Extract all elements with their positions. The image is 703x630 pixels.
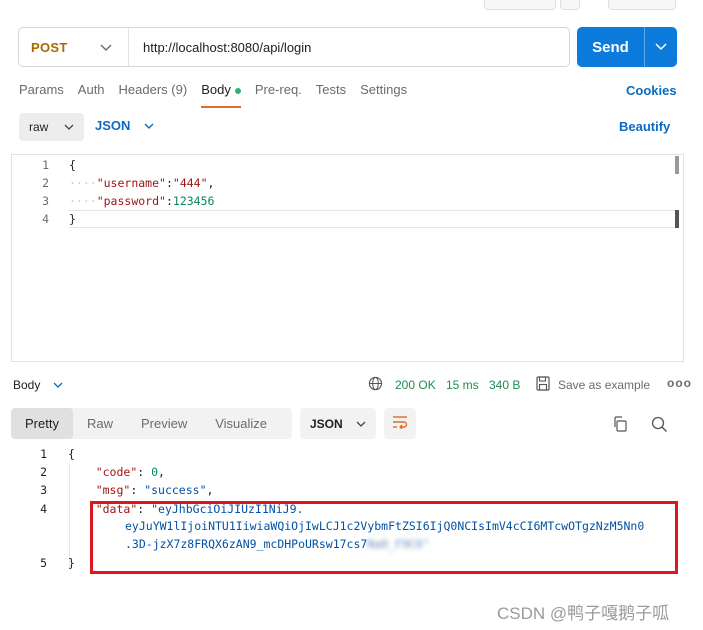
password-value: 123456 xyxy=(172,194,215,208)
tab-body-label: Body xyxy=(201,82,231,97)
username-key: "username" xyxy=(96,176,166,190)
method-selector[interactable]: POST xyxy=(19,28,129,66)
body-format-label: JSON xyxy=(95,118,131,133)
msg-value: "success" xyxy=(144,483,207,497)
request-body-editor[interactable]: 1 { 2 ····"username":"444", 3 ····"passw… xyxy=(11,154,684,362)
more-options-icon[interactable]: ooo xyxy=(667,376,692,390)
cookies-link[interactable]: Cookies xyxy=(626,83,677,98)
tab-preview[interactable]: Preview xyxy=(127,408,201,439)
username-value: "444" xyxy=(172,176,208,190)
body-mode-select[interactable]: raw xyxy=(19,113,84,141)
top-toolbar-strip xyxy=(0,0,703,12)
line-number: 2 xyxy=(40,465,47,479)
code-line: 2 ····"username":"444", xyxy=(12,174,672,192)
line-number: 2 xyxy=(42,176,49,190)
close-brace: } xyxy=(68,556,75,570)
tab-body[interactable]: Body xyxy=(201,80,241,108)
response-time[interactable]: 15 ms xyxy=(446,378,479,392)
request-tabs: Params Auth Headers (9) Body Pre-req. Te… xyxy=(19,80,421,108)
line-number: 1 xyxy=(40,447,47,461)
request-url-bar: POST http://localhost:8080/api/login xyxy=(18,27,570,67)
password-key: "password" xyxy=(96,194,166,208)
line-number: 3 xyxy=(42,194,49,208)
line-number: 5 xyxy=(40,556,47,570)
beautify-link[interactable]: Beautify xyxy=(619,119,670,134)
csdn-watermark: CSDN @鸭子嘎鹅子呱 xyxy=(497,604,670,623)
highlight-annotation-box xyxy=(90,501,678,574)
chevron-down-icon xyxy=(100,40,112,55)
response-view-tabs: Pretty Raw Preview Visualize xyxy=(11,408,292,439)
code-key: "code" xyxy=(95,465,138,479)
tab-auth[interactable]: Auth xyxy=(78,80,105,108)
url-input[interactable]: http://localhost:8080/api/login xyxy=(129,40,311,55)
body-mode-label: raw xyxy=(29,120,49,134)
chevron-down-icon[interactable] xyxy=(645,43,677,51)
wrap-lines-icon xyxy=(392,415,408,432)
line-number: 3 xyxy=(40,483,47,497)
response-size[interactable]: 340 B xyxy=(489,378,520,392)
line-number: 1 xyxy=(42,158,49,172)
open-brace: { xyxy=(69,158,76,172)
code-value: 0 xyxy=(151,465,159,479)
search-icon[interactable] xyxy=(651,416,668,436)
globe-icon[interactable] xyxy=(368,376,383,394)
response-status[interactable]: 200 OK xyxy=(395,378,436,392)
environment-selector[interactable] xyxy=(608,0,676,10)
code-line: 4 } xyxy=(12,210,672,228)
body-modified-dot xyxy=(234,87,241,94)
wrap-lines-button[interactable] xyxy=(384,408,416,439)
send-button[interactable]: Send xyxy=(577,27,677,67)
response-format-label: JSON xyxy=(310,416,343,431)
tab-raw[interactable]: Raw xyxy=(73,408,127,439)
tab-pretty[interactable]: Pretty xyxy=(11,408,73,439)
tab-settings[interactable]: Settings xyxy=(360,80,407,108)
line-number: 4 xyxy=(40,502,47,516)
toolbar-button[interactable] xyxy=(560,0,580,10)
response-status-bar: Body 200 OK 15 ms 340 B Save as example … xyxy=(13,376,691,396)
toolbar-button[interactable] xyxy=(484,0,556,10)
save-icon[interactable] xyxy=(536,376,550,394)
tab-tests[interactable]: Tests xyxy=(316,80,346,108)
chevron-down-icon xyxy=(356,417,366,431)
body-format-select[interactable]: JSON xyxy=(95,118,154,133)
scrollbar[interactable] xyxy=(675,156,679,174)
code-line: 1 { xyxy=(12,156,672,174)
line-number: 4 xyxy=(42,212,49,226)
chevron-down-icon xyxy=(64,120,74,134)
tab-pre-request[interactable]: Pre-req. xyxy=(255,80,302,108)
open-brace: { xyxy=(68,447,75,461)
code-line: 3 ····"password":123456 xyxy=(12,192,672,210)
method-label: POST xyxy=(31,39,68,55)
save-as-example-button[interactable]: Save as example xyxy=(558,378,650,392)
text-cursor xyxy=(675,210,679,228)
send-label: Send xyxy=(592,38,629,56)
close-brace: } xyxy=(69,212,76,226)
response-format-select[interactable]: JSON xyxy=(300,408,376,439)
chevron-down-icon[interactable] xyxy=(53,378,63,392)
chevron-down-icon xyxy=(144,118,154,133)
msg-key: "msg" xyxy=(95,483,131,497)
tab-params[interactable]: Params xyxy=(19,80,64,108)
tab-headers[interactable]: Headers (9) xyxy=(119,80,188,108)
response-section-label[interactable]: Body xyxy=(13,378,40,392)
copy-icon[interactable] xyxy=(612,416,628,435)
tab-visualize[interactable]: Visualize xyxy=(201,408,281,439)
